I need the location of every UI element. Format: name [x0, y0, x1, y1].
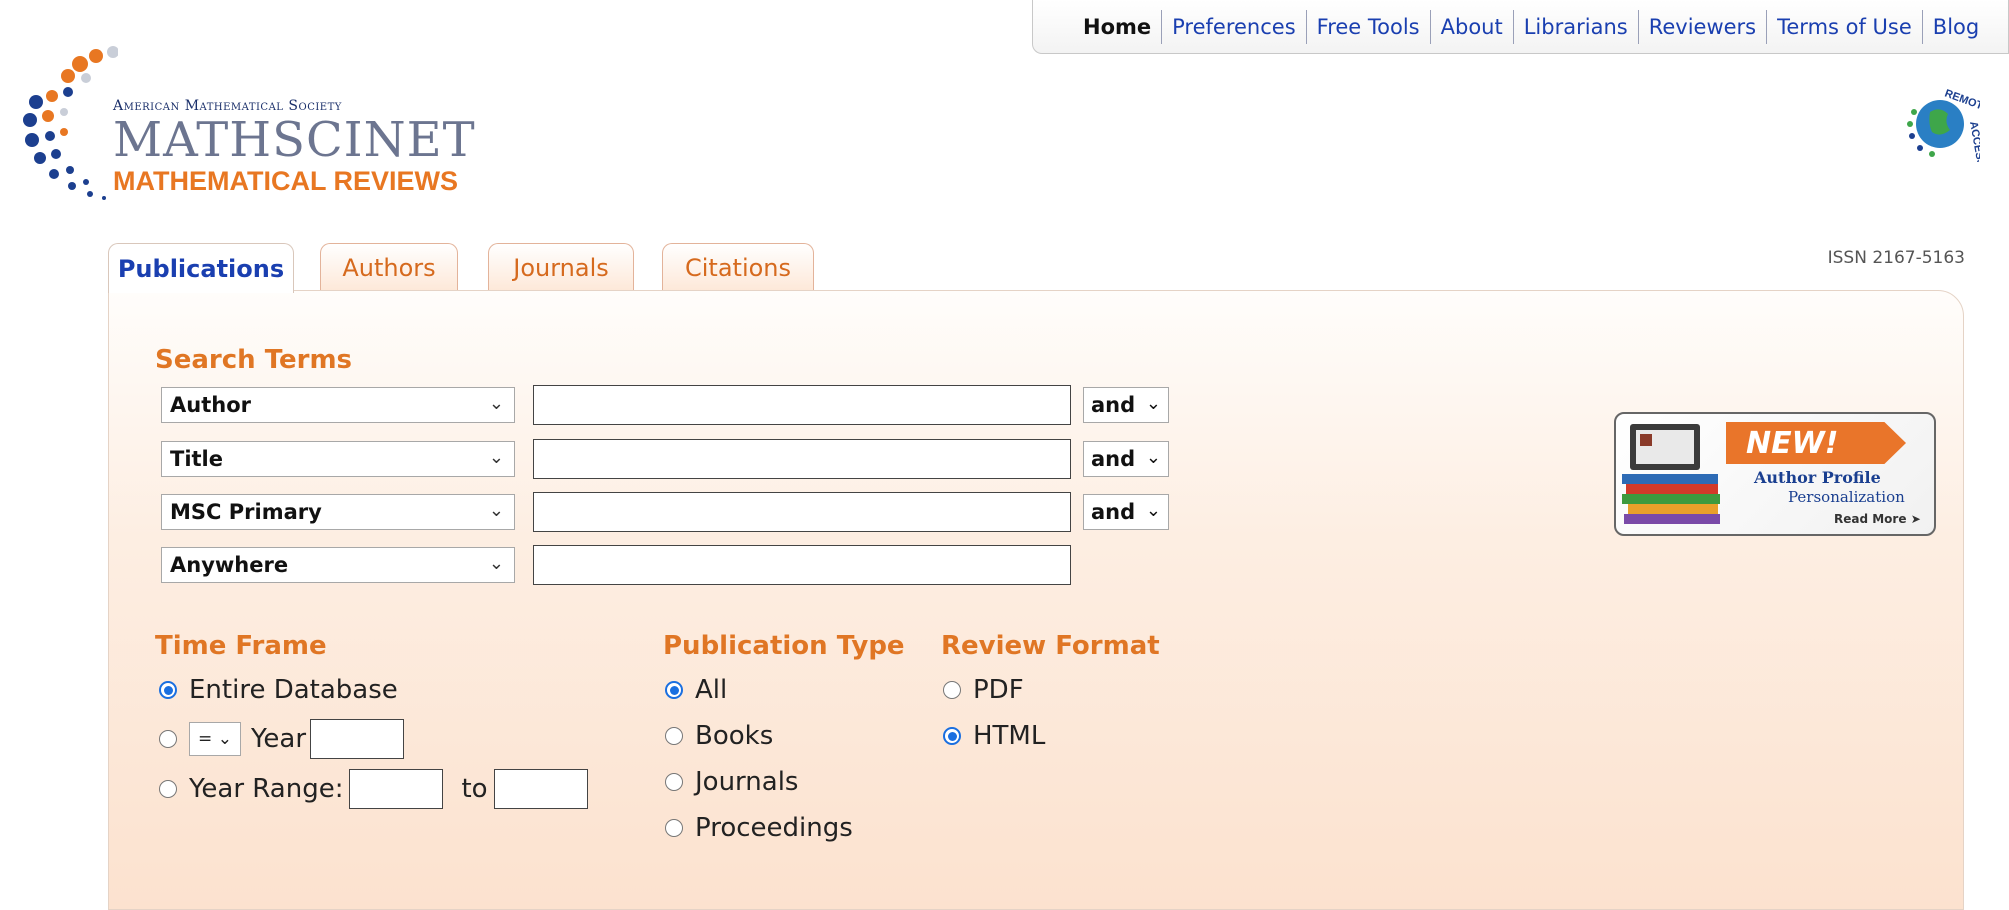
- operator-select-3-value: and: [1091, 500, 1136, 524]
- chevron-down-icon: ⌄: [1145, 500, 1161, 521]
- format-html-label: HTML: [973, 721, 1046, 751]
- radio-unselected[interactable]: [159, 780, 177, 798]
- year-operator-value: =: [198, 729, 213, 749]
- mathscinet-logo[interactable]: American Mathematical Society MATHSCINET…: [18, 40, 475, 220]
- review-format-heading: Review Format: [941, 631, 1160, 661]
- promo-line1: Author Profile: [1754, 468, 1881, 487]
- nav-about[interactable]: About: [1429, 9, 1513, 44]
- field-select-4[interactable]: Anywhere ⌄: [161, 547, 515, 583]
- year-range-from-input[interactable]: [349, 769, 444, 809]
- book-stack-icon: [1622, 424, 1720, 524]
- read-more-link[interactable]: Read More ➤: [1834, 512, 1921, 526]
- field-select-1[interactable]: Author ⌄: [161, 387, 515, 423]
- tab-citations[interactable]: Citations: [662, 243, 814, 291]
- tab-journals[interactable]: Journals: [488, 243, 634, 291]
- time-frame-heading: Time Frame: [155, 631, 327, 661]
- pubtype-proceedings-label: Proceedings: [695, 813, 853, 843]
- tab-publications[interactable]: Publications: [108, 243, 294, 293]
- year-operator-select[interactable]: = ⌄: [189, 722, 241, 756]
- field-select-3-value: MSC Primary: [170, 500, 322, 524]
- time-frame-year-option[interactable]: = ⌄ Year: [159, 719, 405, 759]
- radio-unselected[interactable]: [943, 681, 961, 699]
- remote-access-icon[interactable]: REMOTE ACCESS: [1900, 82, 1991, 168]
- pubtype-journals-label: Journals: [695, 767, 799, 797]
- chevron-down-icon: ⌄: [488, 553, 504, 574]
- pubtype-books-label: Books: [695, 721, 774, 751]
- nav-blog[interactable]: Blog: [1921, 9, 1989, 44]
- search-input-3[interactable]: [533, 492, 1071, 532]
- search-input-1[interactable]: [533, 385, 1071, 425]
- nav-terms-of-use[interactable]: Terms of Use: [1766, 9, 1922, 44]
- format-html-option[interactable]: HTML: [943, 721, 1045, 751]
- radio-unselected[interactable]: [665, 727, 683, 745]
- svg-text:ACCESS: ACCESS: [1967, 120, 1980, 162]
- issn-text: ISSN 2167-5163: [1827, 248, 1965, 268]
- logo-product-text: MATHSCINET: [113, 112, 476, 168]
- operator-select-2-value: and: [1091, 447, 1136, 471]
- nav-preferences[interactable]: Preferences: [1161, 9, 1306, 44]
- field-select-2[interactable]: Title ⌄: [161, 441, 515, 477]
- nav-free-tools[interactable]: Free Tools: [1305, 9, 1430, 44]
- author-profile-promo[interactable]: NEW! Author Profile Personalization Read…: [1614, 412, 1936, 536]
- year-range-to-input[interactable]: [493, 769, 588, 809]
- search-panel: Search Terms Author ⌄ and ⌄ Title ⌄ and …: [108, 290, 1964, 910]
- dots-swirl-icon: [23, 46, 118, 200]
- operator-select-3[interactable]: and ⌄: [1083, 494, 1169, 530]
- nav-home[interactable]: Home: [1073, 10, 1161, 44]
- format-pdf-option[interactable]: PDF: [943, 675, 1024, 705]
- field-select-2-value: Title: [170, 447, 224, 471]
- chevron-down-icon: ⌄: [488, 500, 504, 521]
- pubtype-books-option[interactable]: Books: [665, 721, 773, 751]
- chevron-down-icon: ⌄: [488, 393, 504, 414]
- radio-unselected[interactable]: [665, 773, 683, 791]
- radio-selected[interactable]: [159, 681, 177, 699]
- promo-line2: Personalization: [1788, 488, 1905, 506]
- logo-subtitle-text: MATHEMATICAL REVIEWS: [113, 166, 458, 196]
- radio-selected[interactable]: [665, 681, 683, 699]
- field-select-1-value: Author: [170, 393, 251, 417]
- operator-select-1-value: and: [1091, 393, 1136, 417]
- search-terms-heading: Search Terms: [155, 345, 353, 375]
- time-frame-range-option[interactable]: Year Range: to: [159, 769, 588, 809]
- tab-authors[interactable]: Authors: [320, 243, 458, 291]
- operator-select-1[interactable]: and ⌄: [1083, 387, 1169, 423]
- year-input[interactable]: [310, 719, 405, 759]
- radio-selected[interactable]: [943, 727, 961, 745]
- nav-librarians[interactable]: Librarians: [1512, 9, 1638, 44]
- arrow-circle-icon: ➤: [1910, 512, 1921, 526]
- operator-select-2[interactable]: and ⌄: [1083, 441, 1169, 477]
- pubtype-proceedings-option[interactable]: Proceedings: [665, 813, 853, 843]
- time-frame-entire-option[interactable]: Entire Database: [159, 675, 398, 705]
- chevron-down-icon: ⌄: [488, 447, 504, 468]
- year-label: Year: [251, 724, 307, 754]
- chevron-down-icon: ⌄: [1145, 393, 1161, 414]
- nav-reviewers[interactable]: Reviewers: [1637, 9, 1766, 44]
- pubtype-journals-option[interactable]: Journals: [665, 767, 798, 797]
- field-select-3[interactable]: MSC Primary ⌄: [161, 494, 515, 530]
- year-range-to-label: to: [461, 774, 488, 804]
- read-more-label: Read More: [1834, 512, 1907, 526]
- year-range-label: Year Range:: [189, 774, 344, 804]
- pubtype-all-option[interactable]: All: [665, 675, 727, 705]
- search-input-2[interactable]: [533, 439, 1071, 479]
- field-select-4-value: Anywhere: [170, 553, 289, 577]
- new-badge: NEW!: [1726, 422, 1906, 464]
- format-pdf-label: PDF: [973, 675, 1024, 705]
- search-input-4[interactable]: [533, 545, 1071, 585]
- top-nav: Home Preferences Free Tools About Librar…: [1032, 0, 2009, 54]
- chevron-down-icon: ⌄: [1145, 447, 1161, 468]
- radio-unselected[interactable]: [665, 819, 683, 837]
- radio-unselected[interactable]: [159, 730, 177, 748]
- publication-type-heading: Publication Type: [663, 631, 905, 661]
- time-frame-entire-label: Entire Database: [189, 675, 398, 705]
- pubtype-all-label: All: [695, 675, 728, 705]
